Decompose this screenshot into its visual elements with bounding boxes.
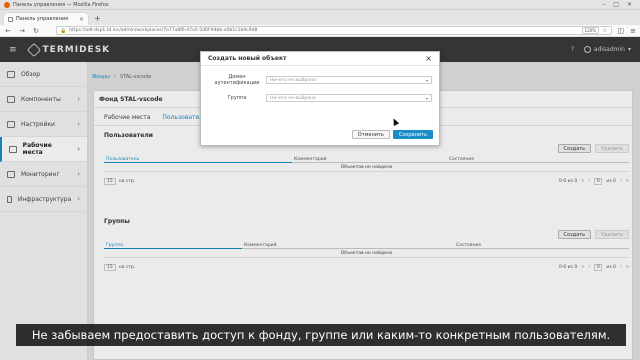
browser-tab[interactable]: Панель управления × <box>4 13 88 25</box>
browser-tabbar: Панель управления × + <box>0 10 640 25</box>
menu-icon[interactable]: ≡ <box>630 27 636 35</box>
window-titlebar: Панель управления — Mozilla Firefox – □ … <box>0 0 640 10</box>
dialog-header: Создать новый объект × <box>201 52 439 66</box>
save-button[interactable]: Сохранить <box>392 130 433 139</box>
group-row: Группа Ничего не выбрано ▾ <box>201 94 439 102</box>
group-value: Ничего не выбрано <box>270 95 316 101</box>
group-label: Группа <box>227 95 247 101</box>
url-bar[interactable]: 🔒 https://adt-dsp1.td.loc/admin/workplac… <box>56 26 612 35</box>
tab-close-icon[interactable]: × <box>79 16 84 23</box>
video-subtitle: Не забываем предоставить доступ к фонду,… <box>16 324 626 346</box>
chevron-down-icon: ▾ <box>425 95 428 101</box>
dialog-title: Создать новый объект <box>208 55 287 62</box>
group-select[interactable]: Ничего не выбрано ▾ <box>266 94 432 102</box>
zoom-badge[interactable]: 120% <box>581 27 600 34</box>
lock-icon: 🔒 <box>60 27 67 34</box>
close-icon[interactable]: × <box>425 54 432 63</box>
reload-icon[interactable]: ↻ <box>32 27 40 35</box>
cancel-button[interactable]: Отменить <box>351 130 390 139</box>
maximize-icon[interactable]: □ <box>613 1 619 8</box>
pocket-icon[interactable]: ◫ <box>618 27 625 35</box>
minimize-icon[interactable]: – <box>602 1 605 8</box>
auth-domain-value: Ничего не выбрано <box>270 77 316 83</box>
url-text: https://adt-dsp1.td.loc/admin/workplaces… <box>69 28 258 33</box>
auth-domain-select[interactable]: Ничего не выбрано ▾ <box>266 76 432 84</box>
auth-domain-row: Домен аутентификации Ничего не выбрано ▾ <box>201 74 439 86</box>
bookmark-star-icon[interactable]: ☆ <box>602 27 607 34</box>
create-object-dialog: Создать новый объект × Домен аутентифика… <box>200 51 440 146</box>
auth-domain-label: Домен аутентификации <box>214 74 260 86</box>
browser-navbar: ← → ↻ 🔒 https://adt-dsp1.td.loc/admin/wo… <box>0 25 640 37</box>
tab-label: Панель управления <box>16 16 69 22</box>
back-icon[interactable]: ← <box>4 27 12 35</box>
window-title: Панель управления — Mozilla Firefox <box>13 1 109 8</box>
chevron-down-icon: ▾ <box>425 77 428 83</box>
firefox-icon <box>4 1 10 8</box>
close-window-icon[interactable]: ✕ <box>627 1 632 8</box>
tab-favicon-icon <box>8 16 13 22</box>
new-tab-icon[interactable]: + <box>94 14 101 23</box>
forward-icon[interactable]: → <box>18 27 26 35</box>
